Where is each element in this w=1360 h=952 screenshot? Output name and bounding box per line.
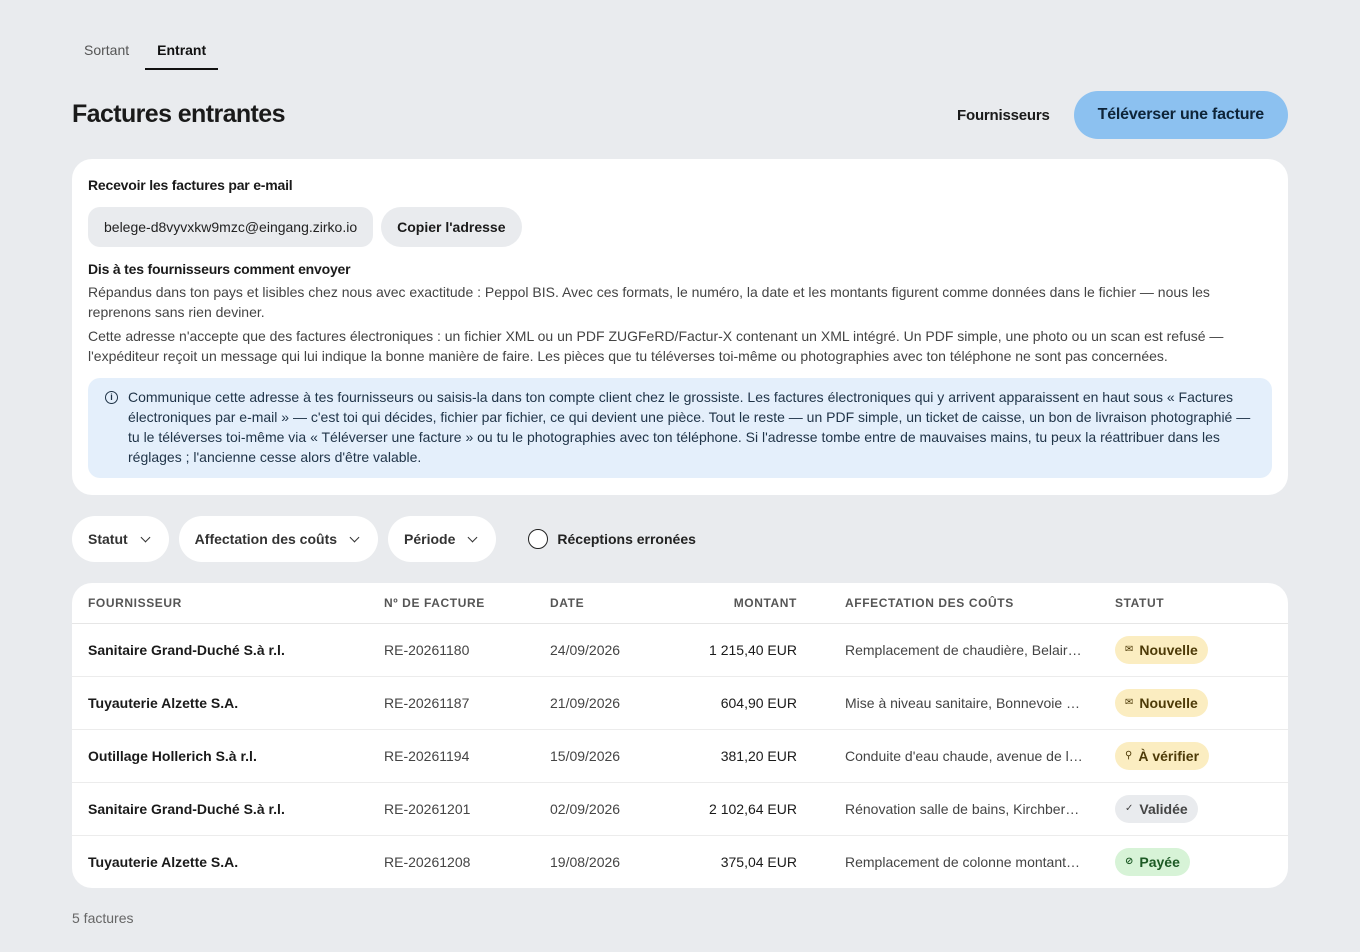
invoice-number-cell: RE-20261180 <box>368 623 534 677</box>
table-row[interactable]: Outillage Hollerich S.à r.l. RE-20261194 1… <box>72 729 1288 783</box>
table-row[interactable]: Sanitaire Grand-Duché S.à r.l. RE-2026120… <box>72 782 1288 836</box>
invoice-count: 5 factures <box>72 910 134 926</box>
page-title: Factures entrantes <box>72 100 286 128</box>
tab-bar: Sortant Entrant <box>72 32 222 70</box>
status-cell: ✉ Nouvelle <box>1099 676 1288 730</box>
status-badge: ⊘ Payée <box>1115 847 1190 876</box>
status-cell: ⚲ À vérifier <box>1099 729 1288 783</box>
suppliers-button[interactable]: Fournisseurs <box>949 97 1058 134</box>
tab-incoming[interactable]: Entrant <box>145 32 219 70</box>
status-badge: ✉ Nouvelle <box>1115 688 1208 717</box>
status-cell: ✓ Validée <box>1099 782 1288 836</box>
instructions-paragraph-1: Répandus dans ton pays et lisibles chez … <box>88 284 1210 320</box>
filter-bar: Statut Affectation des coûts Période Réc… <box>72 516 696 562</box>
table-row[interactable]: Tuyauterie Alzette S.A. RE-20261187 21/09/… <box>72 676 1288 730</box>
col-supplier[interactable]: Fournisseur <box>72 583 368 624</box>
status-label: Nouvelle <box>1139 694 1198 711</box>
failed-receptions-checkbox[interactable] <box>528 529 549 549</box>
status-label: Validée <box>1139 800 1188 817</box>
email-card-title: Recevoir les factures par e-mail <box>88 177 293 193</box>
email-address-field[interactable]: belege-d8vyvxkw9mzc@eingang.zirko.io <box>88 207 374 247</box>
invoice-number-cell: RE-20261187 <box>368 676 534 730</box>
amount-cell: 1 215,40 EUR <box>679 623 813 677</box>
mail-icon: ✉ <box>1125 697 1134 708</box>
status-label: À vérifier <box>1138 747 1200 764</box>
chevron-down-icon <box>467 532 478 542</box>
col-amount[interactable]: Montant <box>679 583 813 624</box>
col-allocation[interactable]: Affectation des coûts <box>813 583 1099 624</box>
upload-invoice-button[interactable]: Téléverser une facture <box>1073 91 1288 139</box>
allocation-cell: Remplacement de colonne montante,… <box>845 853 1092 870</box>
amount-cell: 375,04 EUR <box>720 853 797 870</box>
chevron-down-icon <box>140 532 151 542</box>
supplier-cell: Sanitaire Grand-Duché S.à r.l. <box>72 623 368 677</box>
status-badge: ✉ Nouvelle <box>1115 635 1208 664</box>
allocation-filter[interactable]: Affectation des coûts <box>178 516 379 562</box>
check-circle-icon: ⊘ <box>1125 856 1134 868</box>
chevron-down-icon <box>349 532 360 542</box>
header-actions: Fournisseurs Téléverser une facture <box>949 91 1288 139</box>
status-label: Nouvelle <box>1139 641 1198 658</box>
col-date[interactable]: Date <box>534 583 679 624</box>
status-label: Payée <box>1139 853 1180 870</box>
copy-address-button[interactable]: Copier l'adresse <box>381 207 522 247</box>
table-row[interactable]: Tuyauterie Alzette S.A. RE-20261208 19/08/… <box>72 835 1288 888</box>
status-cell: ⊘ Payée <box>1099 835 1288 888</box>
date-cell: 24/09/2026 <box>534 623 679 677</box>
info-callout: i Communique cette adresse à tes fournis… <box>88 378 1272 478</box>
amount-cell: 381,20 EUR <box>679 729 813 783</box>
date-cell: 02/09/2026 <box>534 782 679 836</box>
supplier-cell: Sanitaire Grand-Duché S.à r.l. <box>72 782 368 836</box>
instructions-paragraph-2: Cette adresse n'accepte que des factures… <box>88 328 1224 364</box>
invoices-table: Fournisseur Nº de facture Date Montant A… <box>72 583 1288 888</box>
allocation-filter-label: Affectation des coûts <box>194 531 338 547</box>
invoice-number-cell: RE-20261194 <box>368 729 534 783</box>
info-icon: i <box>105 391 118 404</box>
invoice-number-cell: RE-20261201 <box>368 782 534 836</box>
allocation-cell: Conduite d'eau chaude, avenue de la … <box>813 729 1099 783</box>
date-cell: 19/08/2026 <box>550 853 621 870</box>
status-cell: ✉ Nouvelle <box>1099 623 1288 677</box>
instructions-heading: Dis à tes fournisseurs comment envoyer <box>88 261 351 277</box>
supplier-cell: Outillage Hollerich S.à r.l. <box>72 729 368 783</box>
email-row: belege-d8vyvxkw9mzc@eingang.zirko.io Cop… <box>88 207 1272 247</box>
amount-cell: 604,90 EUR <box>679 676 813 730</box>
check-icon: ✓ <box>1125 803 1134 814</box>
col-invoice-number[interactable]: Nº de facture <box>368 583 534 624</box>
table-row[interactable]: Sanitaire Grand-Duché S.à r.l. RE-2026118… <box>72 623 1288 677</box>
invoice-number-cell: RE-20261208 <box>384 853 471 870</box>
mail-icon: ✉ <box>1125 644 1134 655</box>
status-filter[interactable]: Statut <box>72 516 169 562</box>
table-header-row: Fournisseur Nº de facture Date Montant A… <box>72 583 1288 624</box>
failed-receptions-toggle[interactable]: Réceptions erronées <box>528 529 696 549</box>
allocation-cell: Mise à niveau sanitaire, Bonnevoie 60… <box>813 676 1099 730</box>
date-cell: 21/09/2026 <box>534 676 679 730</box>
date-cell: 15/09/2026 <box>534 729 679 783</box>
info-text: Communique cette adresse à tes fournisse… <box>128 389 1251 465</box>
allocation-cell: Remplacement de chaudière, Belair 1… <box>813 623 1099 677</box>
amount-cell: 2 102,64 EUR <box>679 782 813 836</box>
status-filter-label: Statut <box>88 531 128 547</box>
status-badge: ✓ Validée <box>1115 794 1198 823</box>
status-badge: ⚲ À vérifier <box>1115 741 1210 770</box>
supplier-cell: Tuyauterie Alzette S.A. <box>88 853 239 870</box>
tab-outgoing[interactable]: Sortant <box>72 32 141 70</box>
failed-receptions-label: Réceptions erronées <box>557 531 696 547</box>
supplier-cell: Tuyauterie Alzette S.A. <box>72 676 368 730</box>
email-receive-card: Recevoir les factures par e-mail belege-… <box>72 159 1288 495</box>
search-icon: ⚲ <box>1125 750 1133 761</box>
period-filter[interactable]: Période <box>388 516 497 562</box>
col-status[interactable]: Statut <box>1099 583 1288 624</box>
invoices-table-card: Fournisseur Nº de facture Date Montant A… <box>72 583 1288 888</box>
allocation-cell: Rénovation salle de bains, Kirchberg … <box>813 782 1099 836</box>
period-filter-label: Période <box>404 531 456 547</box>
